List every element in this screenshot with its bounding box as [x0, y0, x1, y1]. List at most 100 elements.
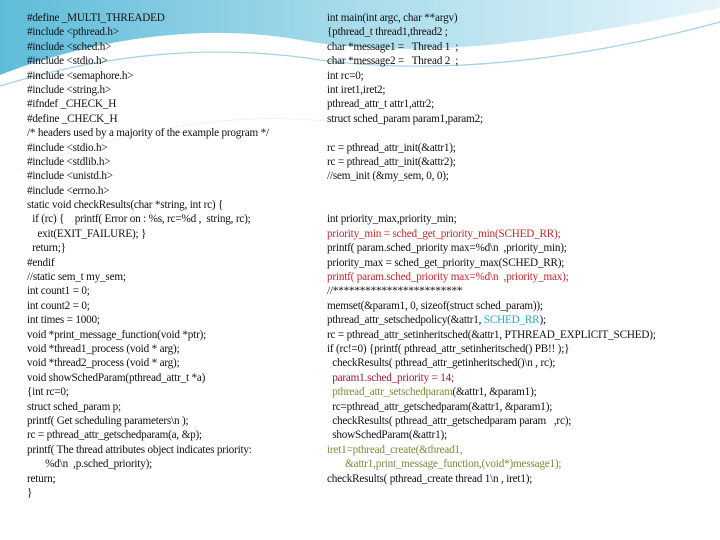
code-segment: showSchedParam(&attr1);: [327, 429, 447, 442]
code-line: return;}: [27, 241, 317, 255]
code-line: rc=pthread_attr_getschedparam(&attr1, &p…: [327, 400, 717, 414]
code-line: #include <stdio.h>: [27, 54, 317, 68]
code-segment: (&attr1, &param1);: [452, 386, 537, 399]
code-segment: char *message1 = Thread 1 ;: [327, 40, 459, 53]
code-segment: rc=pthread_attr_getschedparam(&attr1, &p…: [327, 400, 553, 413]
code-line: #include <sched.h>: [27, 40, 317, 54]
code-line: param1.sched_priority = 14;: [327, 371, 717, 385]
code-line: iret1=pthread_create(&thread1,: [327, 443, 717, 457]
code-segment: static void checkResults(char *string, i…: [27, 199, 224, 212]
code-segment: &attr1,print_message_function,(void*)mes…: [327, 458, 562, 471]
code-segment: struct sched_param param1,param2;: [327, 112, 483, 125]
code-segment: printf( Get scheduling parameters\n );: [27, 414, 189, 427]
code-line: if (rc) { printf( Error on : %s, rc=%d ,…: [27, 212, 317, 226]
code-line: #endif: [27, 256, 317, 270]
code-segment: printf( param.sched_priority max=%d\n ,p…: [327, 242, 567, 255]
code-segment: #include <semaphore.h>: [27, 69, 134, 82]
code-line: printf( The thread attributes object ind…: [27, 443, 317, 457]
code-segment: if (rc!=0) {printf( pthread_attr_setinhe…: [327, 342, 570, 355]
code-line: checkResults( pthread_attr_getschedparam…: [327, 414, 717, 428]
code-line: {pthread_t thread1,thread2 ;: [327, 25, 717, 39]
code-segment: #include <unistd.h>: [27, 170, 113, 183]
code-line: int iret1,iret2;: [327, 83, 717, 97]
code-line: int count2 = 0;: [27, 299, 317, 313]
code-segment: pthread_attr_t attr1,attr2;: [327, 98, 435, 111]
code-line: priority_min = sched_get_priority_min(SC…: [327, 227, 717, 241]
code-line: }: [27, 486, 317, 500]
code-segment: //************************: [327, 285, 463, 298]
code-segment: pthread_attr_setschedpolicy(&attr1,: [327, 314, 484, 327]
code-line: #include <string.h>: [27, 83, 317, 97]
code-segment: exit(EXIT_FAILURE); }: [27, 227, 147, 240]
code-segment: {int rc=0;: [27, 386, 69, 399]
code-line: char *message1 = Thread 1 ;: [327, 40, 717, 54]
code-line: pthread_attr_setschedpolicy(&attr1, SCHE…: [327, 313, 717, 327]
code-segment: int main(int argc, char **argv): [327, 12, 458, 24]
code-segment: #include <string.h>: [27, 83, 112, 96]
code-line: printf( param.sched_priority max=%d\n ,p…: [327, 241, 717, 255]
code-segment: /* headers used by a majority of the exa…: [27, 127, 269, 140]
code-segment: void *print_message_function(void *ptr);: [27, 328, 207, 341]
code-line: #include <stdlib.h>: [27, 155, 317, 169]
code-line: #include <stdio.h>: [27, 141, 317, 155]
code-segment: }: [27, 486, 33, 499]
code-segment: param1.sched_priority = 14;: [327, 371, 454, 384]
code-line: int main(int argc, char **argv): [327, 11, 717, 25]
code-segment: if (rc) { printf( Error on : %s, rc=%d ,…: [27, 213, 251, 226]
code-segment: int rc=0;: [327, 69, 364, 82]
code-line: int priority_max,priority_min;: [327, 212, 717, 226]
code-segment: #include <stdio.h>: [27, 141, 108, 154]
code-segment: priority_min = sched_get_priority_min(SC…: [327, 227, 561, 240]
code-line: return;: [27, 472, 317, 486]
code-line: /* headers used by a majority of the exa…: [27, 126, 317, 140]
code-segment: void *thread1_process (void * arg);: [27, 342, 180, 355]
code-segment: struct sched_param p;: [27, 400, 121, 413]
code-line: #define _MULTI_THREADED: [27, 11, 317, 25]
code-segment: #include <pthread.h>: [27, 26, 119, 39]
code-segment: int count1 = 0;: [27, 285, 90, 298]
code-line: void *thread2_process (void * arg);: [27, 356, 317, 370]
code-line: #define _CHECK_H: [27, 112, 317, 126]
code-line: //************************: [327, 284, 717, 298]
code-segment: printf( The thread attributes object ind…: [27, 443, 252, 456]
code-line: static void checkResults(char *string, i…: [27, 198, 317, 212]
code-segment: printf( param.sched_priority max=%d\n ,p…: [327, 271, 569, 284]
code-line: memset(&param1, 0, sizeof(struct sched_p…: [327, 299, 717, 313]
code-line: int times = 1000;: [27, 313, 317, 327]
code-segment: rc = pthread_attr_getschedparam(a, &p);: [27, 429, 202, 442]
code-line: &attr1,print_message_function,(void*)mes…: [327, 457, 717, 471]
code-line: {int rc=0;: [27, 385, 317, 399]
code-segment: return;: [27, 472, 56, 485]
code-segment: memset(&param1, 0, sizeof(struct sched_p…: [327, 299, 543, 312]
code-segment: int count2 = 0;: [27, 299, 90, 312]
code-line: checkResults( pthread_create thread 1\n …: [327, 472, 717, 486]
code-segment: checkResults( pthread_attr_getschedparam…: [327, 414, 572, 427]
code-line: #include <errno.h>: [27, 184, 317, 198]
code-segment: void *thread2_process (void * arg);: [27, 357, 180, 370]
code-segment: rc = pthread_attr_init(&attr1);: [327, 141, 456, 154]
code-line: printf( param.sched_priority max=%d\n ,p…: [327, 270, 717, 284]
code-segment: checkResults( pthread_attr_getinheritsch…: [327, 357, 556, 370]
code-segment: iret1=pthread_create(&thread1,: [327, 443, 463, 456]
code-line: void *print_message_function(void *ptr);: [27, 328, 317, 342]
code-column-right: int main(int argc, char **argv) {pthread_…: [327, 11, 717, 486]
code-segment: return;}: [27, 242, 66, 255]
code-line: int count1 = 0;: [27, 284, 317, 298]
code-segment: #ifndef _CHECK_H: [27, 98, 117, 111]
code-segment: char *message2 = Thread 2 ;: [327, 55, 459, 68]
code-line: //static sem_t my_sem;: [27, 270, 317, 284]
code-segment: #include <stdio.h>: [27, 55, 108, 68]
code-line: pthread_attr_setschedparam(&attr1, &para…: [327, 385, 717, 399]
code-segment: int times = 1000;: [27, 314, 100, 327]
code-column-left: #define _MULTI_THREADED #include <pthread…: [27, 11, 317, 500]
code-line: struct sched_param param1,param2;: [327, 112, 717, 126]
code-line: struct sched_param p;: [27, 400, 317, 414]
code-segment: %d\n ,p.sched_priority);: [27, 458, 153, 471]
code-segment: pthread_attr_setschedparam: [327, 386, 453, 399]
code-segment: #include <sched.h>: [27, 40, 112, 53]
code-line: #ifndef _CHECK_H: [27, 97, 317, 111]
code-segment: #define _MULTI_THREADED: [27, 12, 165, 24]
